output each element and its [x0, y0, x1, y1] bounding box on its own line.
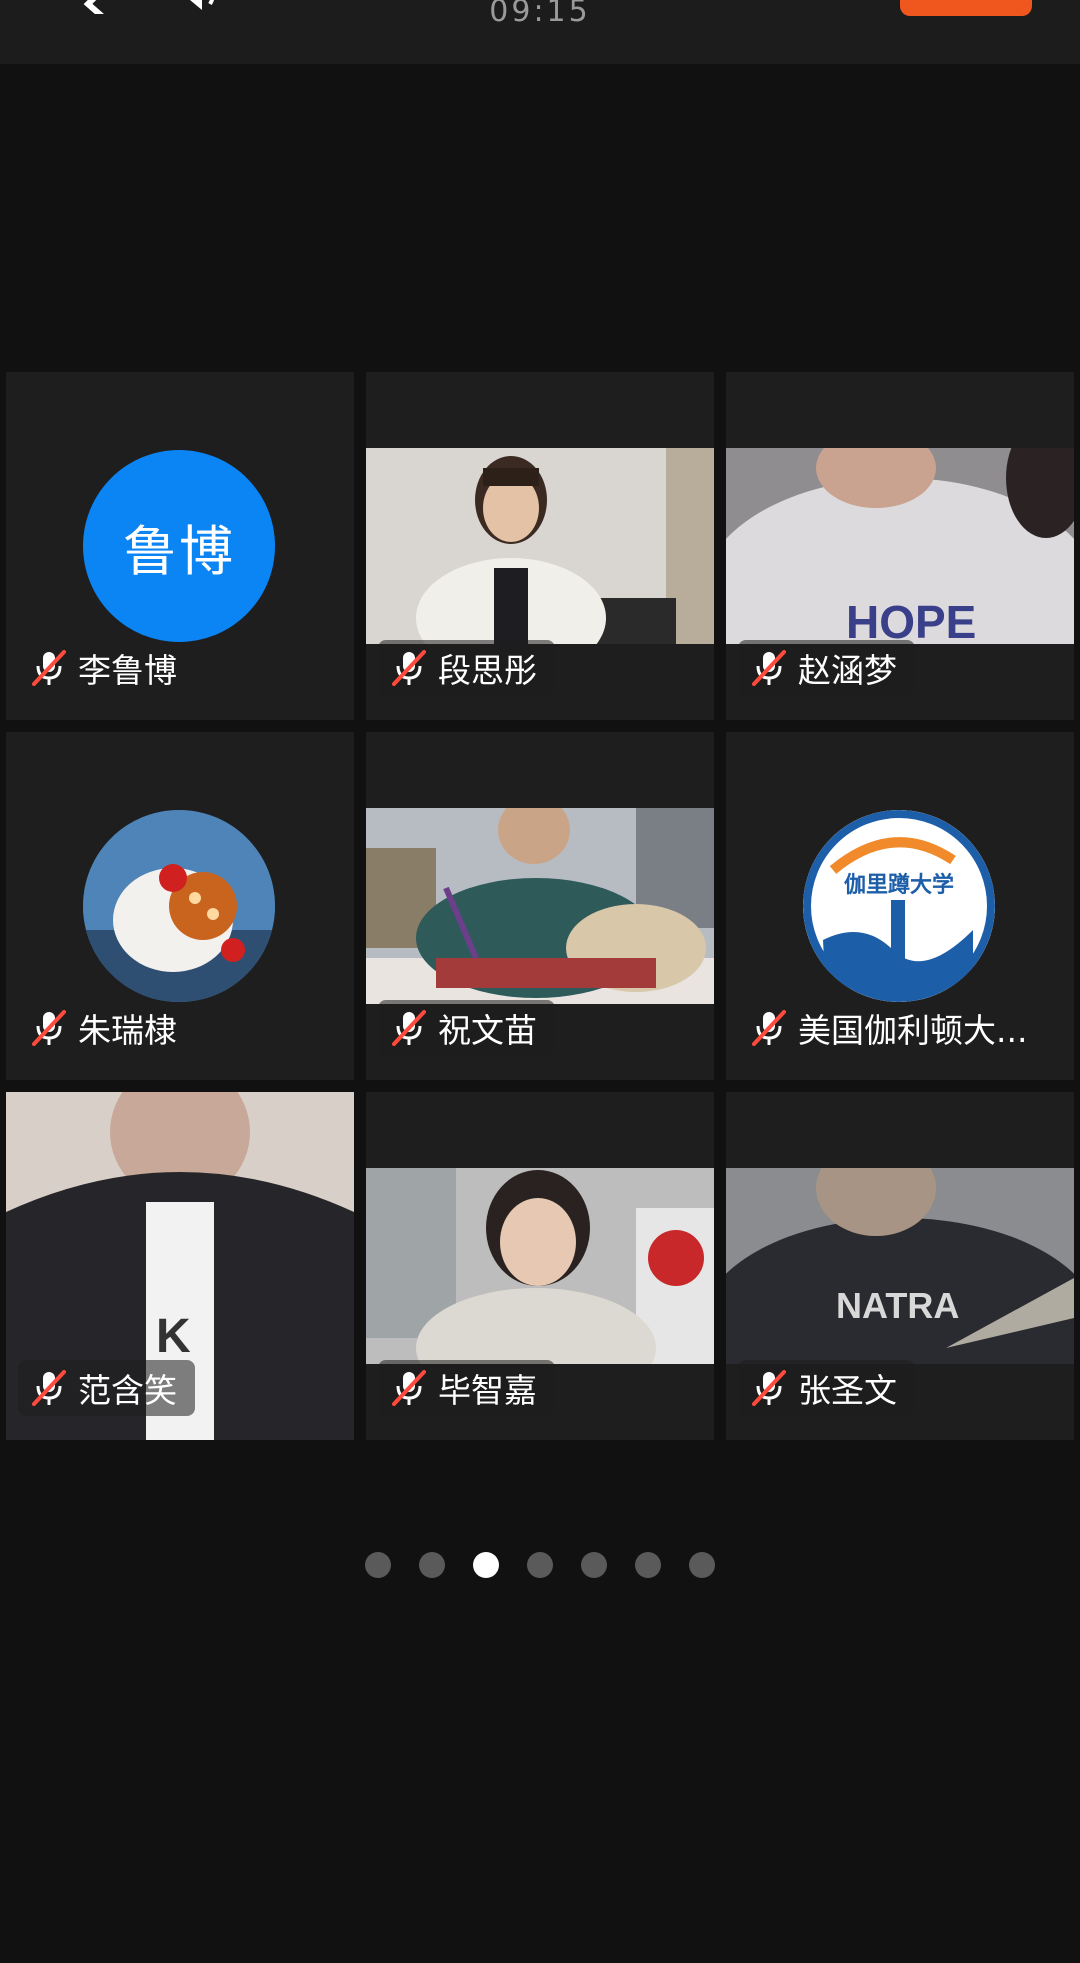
participant-name-label: 张圣文: [738, 1360, 915, 1416]
participant-tile[interactable]: 毕智嘉: [366, 1092, 714, 1440]
avatar: 鲁博: [83, 450, 275, 642]
participant-name-label: 赵涵梦: [738, 640, 915, 696]
page-dot[interactable]: [581, 1552, 607, 1578]
avatar: 伽里蹲大学: [803, 810, 995, 1002]
video-feed: [366, 448, 714, 644]
participant-tile[interactable]: 祝文苗: [366, 732, 714, 1080]
university-logo: 伽里蹲大学: [803, 810, 995, 1002]
page-dot-active[interactable]: [473, 1552, 499, 1578]
participant-tile[interactable]: K 范含笑: [6, 1092, 354, 1440]
page-dot[interactable]: [365, 1552, 391, 1578]
page-dot[interactable]: [689, 1552, 715, 1578]
participant-name-label: 段思彤: [378, 640, 555, 696]
participant-name-label: 范含笑: [18, 1360, 195, 1416]
participant-name: 范含笑: [78, 1371, 177, 1410]
mic-muted-icon: [752, 650, 786, 686]
participant-name: 美国伽利顿大...: [798, 1011, 1028, 1050]
participant-name-label: 美国伽利顿大...: [738, 1000, 1045, 1056]
video-feed: NATRA: [726, 1168, 1074, 1364]
mic-muted-icon: [392, 1370, 426, 1406]
mic-muted-icon: [32, 1370, 66, 1406]
participant-name: 朱瑞棣: [78, 1011, 177, 1050]
participant-tile[interactable]: NATRA 张圣文: [726, 1092, 1074, 1440]
mic-muted-icon: [752, 1010, 786, 1046]
svg-text:K: K: [156, 1310, 191, 1363]
participant-name: 李鲁博: [78, 651, 177, 690]
svg-text:HOPE: HOPE: [846, 596, 976, 644]
page-indicator: [0, 1552, 1080, 1578]
participant-name: 赵涵梦: [798, 651, 897, 690]
participant-tile[interactable]: 朱瑞棣: [6, 732, 354, 1080]
video-feed: [366, 808, 714, 1004]
participant-tile[interactable]: 段思彤: [366, 372, 714, 720]
svg-text:伽里蹲大学: 伽里蹲大学: [844, 872, 954, 898]
participant-name-label: 李鲁博: [18, 640, 195, 696]
mic-muted-icon: [32, 1010, 66, 1046]
page-dot[interactable]: [419, 1552, 445, 1578]
participant-name: 祝文苗: [438, 1011, 537, 1050]
mic-muted-icon: [752, 1370, 786, 1406]
participant-name: 张圣文: [798, 1371, 897, 1410]
participant-tile[interactable]: HOPE 赵涵梦: [726, 372, 1074, 720]
end-meeting-button[interactable]: [900, 0, 1032, 16]
participant-tile[interactable]: 鲁博 李鲁博: [6, 372, 354, 720]
participant-name: 段思彤: [438, 651, 537, 690]
participant-tile[interactable]: 伽里蹲大学 美国伽利顿大...: [726, 732, 1074, 1080]
svg-text:NATRA: NATRA: [836, 1285, 959, 1326]
avatar: [83, 810, 275, 1002]
top-bar: 09:15: [0, 0, 1080, 64]
avatar-initials: 鲁博: [123, 519, 235, 583]
participant-name-label: 朱瑞棣: [18, 1000, 195, 1056]
video-feed: HOPE: [726, 448, 1074, 644]
participant-name-label: 毕智嘉: [378, 1360, 555, 1416]
video-feed: [366, 1168, 714, 1364]
participant-name: 毕智嘉: [438, 1371, 537, 1410]
page-dot[interactable]: [527, 1552, 553, 1578]
page-dot[interactable]: [635, 1552, 661, 1578]
mic-muted-icon: [392, 650, 426, 686]
mic-muted-icon: [392, 1010, 426, 1046]
mic-muted-icon: [32, 650, 66, 686]
participant-name-label: 祝文苗: [378, 1000, 555, 1056]
